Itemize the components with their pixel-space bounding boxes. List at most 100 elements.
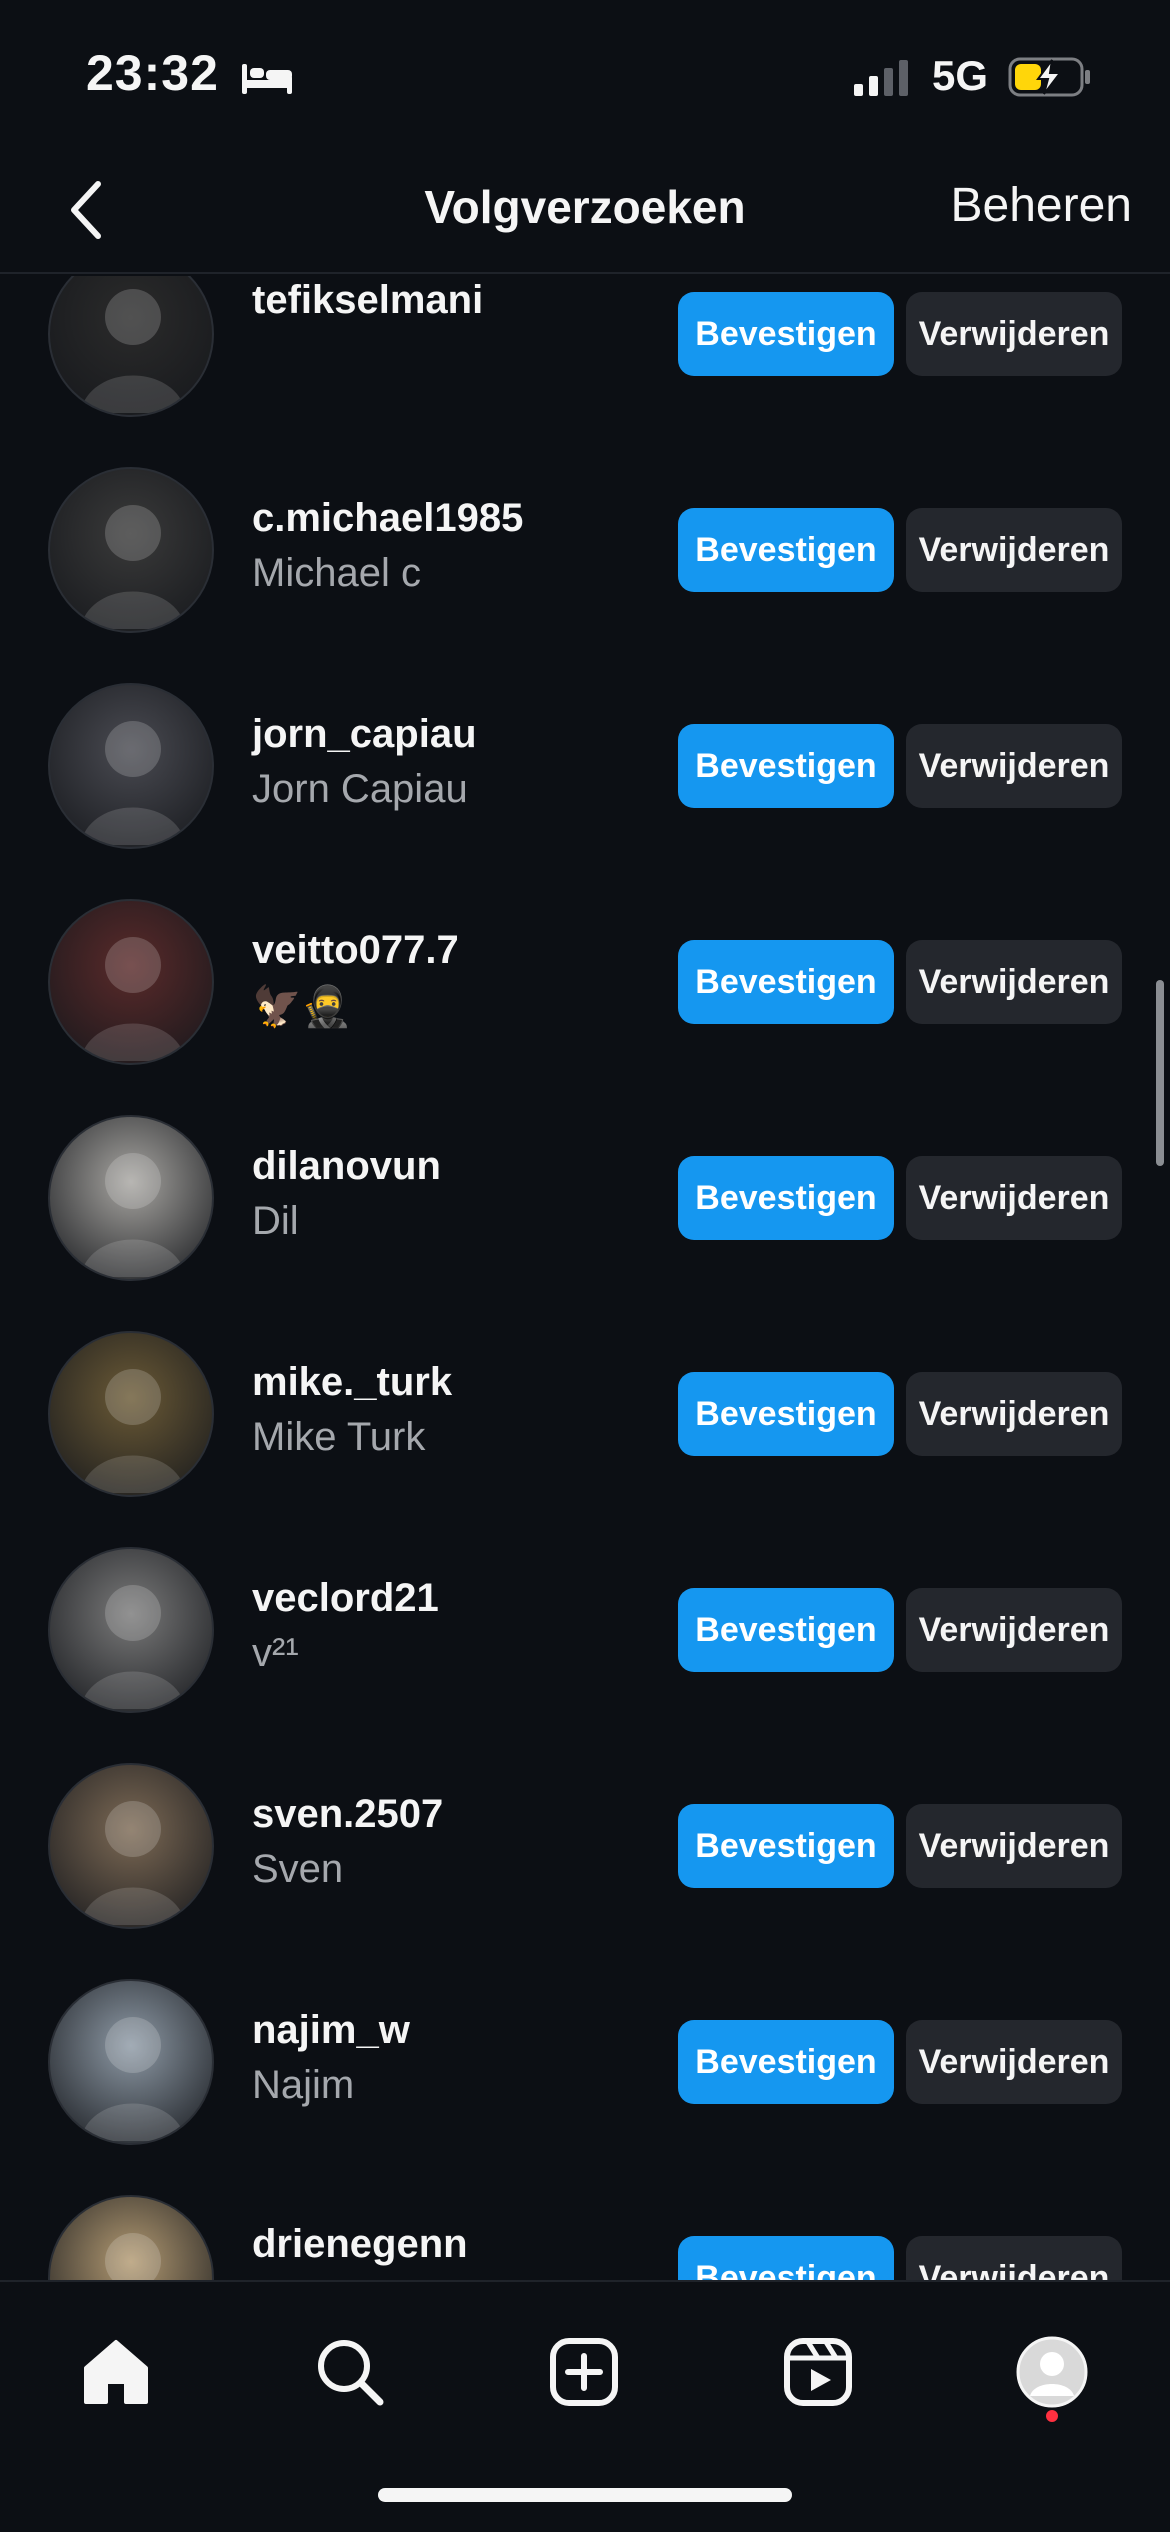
user-avatar[interactable]: [48, 1115, 214, 1281]
confirm-button[interactable]: Bevestigen: [678, 724, 894, 808]
delete-button[interactable]: Verwijderen: [906, 508, 1122, 592]
user-names[interactable]: sven.2507 Sven: [252, 1792, 672, 1892]
confirm-button[interactable]: Bevestigen: [678, 292, 894, 376]
username[interactable]: veclord21: [252, 1576, 672, 1621]
username[interactable]: sven.2507: [252, 1792, 672, 1837]
cellular-signal-icon: [854, 60, 908, 96]
person-silhouette-icon: [80, 937, 186, 1061]
full-name: Michael c: [252, 551, 421, 595]
user-avatar[interactable]: [48, 1763, 214, 1929]
user-avatar[interactable]: [48, 899, 214, 1065]
user-names[interactable]: c.michael1985 Michael c: [252, 496, 672, 596]
request-row[interactable]: mike._turk Mike Turk Bevestigen Verwijderen: [0, 1306, 1170, 1522]
user-names[interactable]: mike._turk Mike Turk: [252, 1360, 672, 1460]
nav-header: Volgverzoeken Beheren: [0, 150, 1170, 274]
request-row[interactable]: veclord21 v²¹ Bevestigen Verwijderen: [0, 1522, 1170, 1738]
delete-button[interactable]: Verwijderen: [906, 1156, 1122, 1240]
full-name: Sven: [252, 1847, 344, 1891]
user-names[interactable]: najim_w Najim: [252, 2008, 672, 2108]
confirm-button[interactable]: Bevestigen: [678, 1588, 894, 1672]
username[interactable]: mike._turk: [252, 1360, 672, 1405]
search-icon: [318, 2340, 384, 2406]
user-names[interactable]: veclord21 v²¹: [252, 1576, 672, 1676]
user-avatar[interactable]: [48, 2195, 214, 2280]
user-avatar[interactable]: [48, 1331, 214, 1497]
tab-create[interactable]: [534, 2322, 634, 2422]
scrollbar[interactable]: [1156, 980, 1164, 1166]
confirm-button[interactable]: Bevestigen: [678, 2236, 894, 2280]
full-name: 🦅🥷: [252, 985, 352, 1029]
reels-icon: [784, 2338, 852, 2406]
user-names[interactable]: drienegenn: [252, 2222, 672, 2267]
tab-reels[interactable]: [768, 2322, 868, 2422]
delete-button[interactable]: Verwijderen: [906, 1372, 1122, 1456]
request-row[interactable]: drienegenn Bevestigen Verwijderen: [0, 2170, 1170, 2280]
user-avatar[interactable]: [48, 683, 214, 849]
username[interactable]: tefikselmani: [252, 278, 672, 323]
person-silhouette-icon: [80, 721, 186, 845]
manage-button[interactable]: Beheren: [951, 178, 1132, 233]
confirm-button[interactable]: Bevestigen: [678, 940, 894, 1024]
profile-avatar: [1016, 2336, 1088, 2408]
username[interactable]: veitto077.7: [252, 928, 672, 973]
username[interactable]: drienegenn: [252, 2222, 672, 2267]
username[interactable]: c.michael1985: [252, 496, 672, 541]
home-icon: [84, 2340, 148, 2404]
person-silhouette-icon: [80, 1153, 186, 1277]
person-silhouette-icon: [105, 2233, 161, 2280]
request-row[interactable]: tefikselmani Bevestigen Verwijderen: [0, 276, 1170, 442]
confirm-button[interactable]: Bevestigen: [678, 1804, 894, 1888]
user-avatar[interactable]: [48, 467, 214, 633]
home-indicator: [378, 2488, 792, 2502]
request-row[interactable]: veitto077.7 🦅🥷 Bevestigen Verwijderen: [0, 874, 1170, 1090]
full-name: Najim: [252, 2063, 355, 2107]
request-row[interactable]: najim_w Najim Bevestigen Verwijderen: [0, 1954, 1170, 2170]
battery-charging-icon: [1008, 57, 1090, 97]
confirm-button[interactable]: Bevestigen: [678, 2020, 894, 2104]
bed-icon: [242, 64, 292, 94]
request-row[interactable]: c.michael1985 Michael c Bevestigen Verwijde…: [0, 442, 1170, 658]
delete-button[interactable]: Verwijderen: [906, 940, 1122, 1024]
username[interactable]: najim_w: [252, 2008, 672, 2053]
tab-profile[interactable]: [1002, 2322, 1102, 2422]
person-silhouette-icon: [80, 1369, 186, 1493]
status-bar: 23:32 5G: [0, 0, 1170, 150]
person-silhouette-icon: [80, 1801, 186, 1925]
delete-button[interactable]: Verwijderen: [906, 2020, 1122, 2104]
person-silhouette-icon: [80, 2017, 186, 2141]
delete-button[interactable]: Verwijderen: [906, 292, 1122, 376]
network-label: 5G: [932, 52, 989, 99]
request-row[interactable]: sven.2507 Sven Bevestigen Verwijderen: [0, 1738, 1170, 1954]
person-silhouette-icon: [80, 289, 186, 413]
full-name: Mike Turk: [252, 1415, 426, 1459]
user-avatar[interactable]: [48, 1547, 214, 1713]
notification-dot: [1046, 2410, 1058, 2422]
full-name: v²¹: [252, 1631, 299, 1675]
username[interactable]: dilanovun: [252, 1144, 672, 1189]
request-row[interactable]: dilanovun Dil Bevestigen Verwijderen: [0, 1090, 1170, 1306]
user-avatar[interactable]: [48, 1979, 214, 2145]
follow-request-list[interactable]: tefikselmani Bevestigen Verwijderen c.micha…: [0, 276, 1170, 2280]
confirm-button[interactable]: Bevestigen: [678, 508, 894, 592]
user-names[interactable]: dilanovun Dil: [252, 1144, 672, 1244]
delete-button[interactable]: Verwijderen: [906, 2236, 1122, 2280]
user-names[interactable]: jorn_capiau Jorn Capiau: [252, 712, 672, 812]
delete-button[interactable]: Verwijderen: [906, 1804, 1122, 1888]
full-name: Jorn Capiau: [252, 767, 468, 811]
full-name: Dil: [252, 1199, 299, 1243]
request-row[interactable]: jorn_capiau Jorn Capiau Bevestigen Verwijde…: [0, 658, 1170, 874]
confirm-button[interactable]: Bevestigen: [678, 1372, 894, 1456]
tab-search[interactable]: [300, 2322, 400, 2422]
username[interactable]: jorn_capiau: [252, 712, 672, 757]
create-icon: [550, 2338, 618, 2406]
person-silhouette-icon: [80, 505, 186, 629]
user-names[interactable]: tefikselmani: [252, 278, 672, 323]
delete-button[interactable]: Verwijderen: [906, 724, 1122, 808]
tab-home[interactable]: [66, 2322, 166, 2422]
person-silhouette-icon: [80, 1585, 186, 1709]
delete-button[interactable]: Verwijderen: [906, 1588, 1122, 1672]
user-names[interactable]: veitto077.7 🦅🥷: [252, 928, 672, 1030]
confirm-button[interactable]: Bevestigen: [678, 1156, 894, 1240]
user-avatar[interactable]: [48, 276, 214, 417]
status-time: 23:32: [86, 45, 219, 101]
